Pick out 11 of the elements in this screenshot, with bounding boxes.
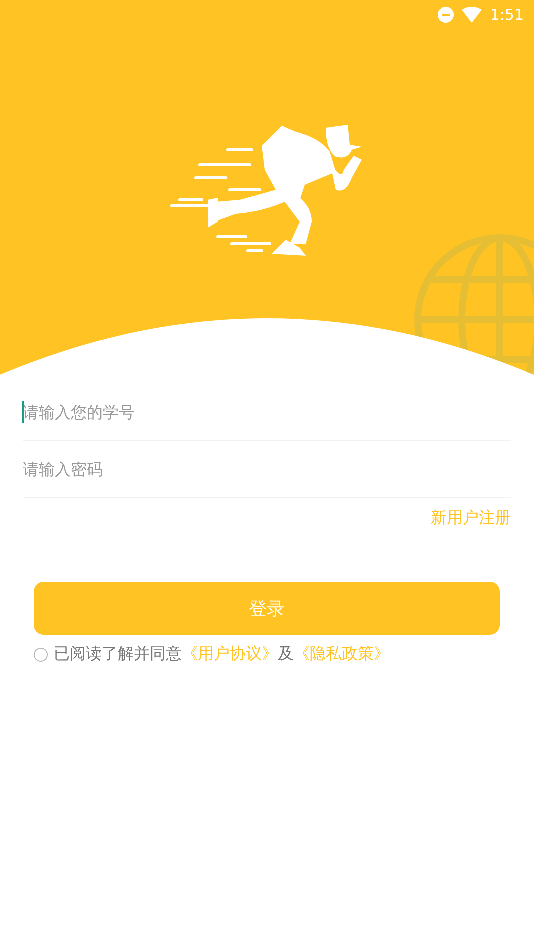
policy-link[interactable]: 《用户协议》	[182, 644, 278, 663]
login-button[interactable]: 登录	[34, 582, 500, 635]
input-field[interactable]: 请输入密码	[23, 460, 511, 478]
do-not-disturb-icon	[438, 7, 454, 23]
register-link[interactable]: 新用户注册	[431, 508, 511, 529]
status-time: 1:51	[490, 6, 524, 24]
agreement-text: 已阅读了解并同意《用户协议》及《隐私政策》	[54, 644, 390, 665]
agree-checkbox[interactable]	[34, 648, 48, 662]
policy-link[interactable]: 《隐私政策》	[294, 644, 390, 663]
wifi-icon	[462, 7, 482, 23]
input-field[interactable]: 请输入您的学号	[23, 402, 511, 422]
